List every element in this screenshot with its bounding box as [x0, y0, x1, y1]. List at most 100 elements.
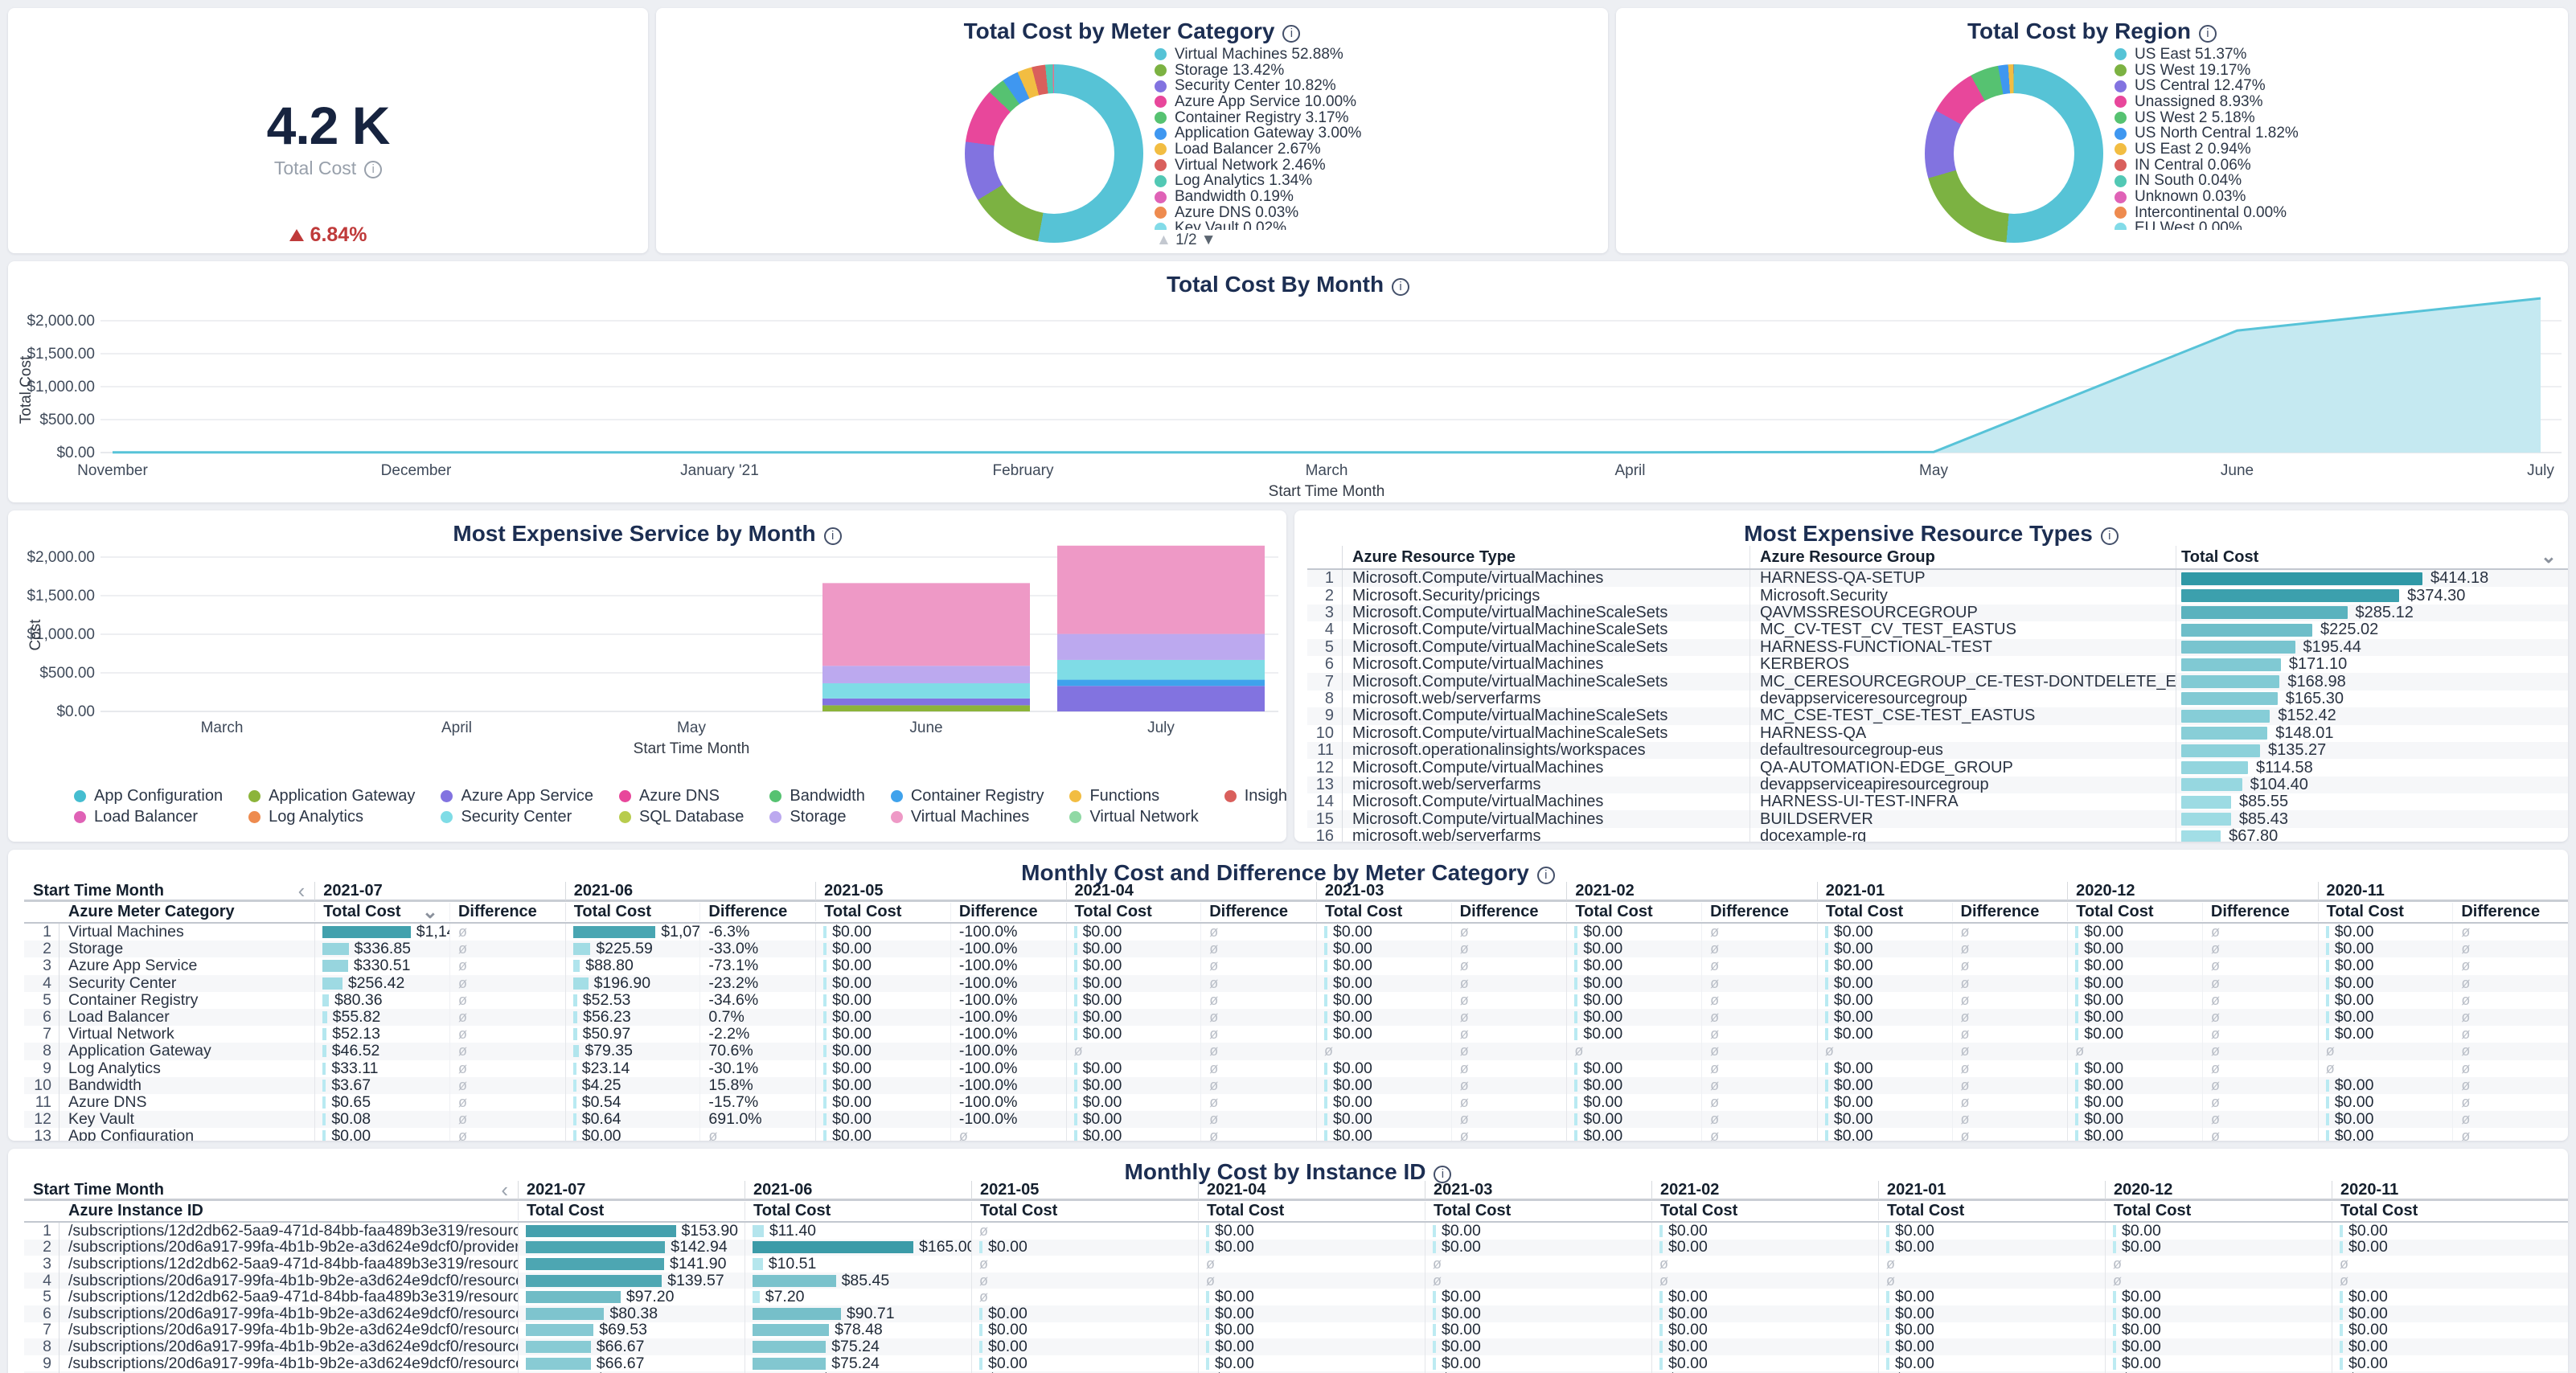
total-cost-by-month-chart[interactable]: $0.00$500.00$1,000.00$1,500.00$2,000.00N…	[8, 261, 2568, 502]
table-row[interactable]: 5Microsoft.Compute/virtualMachineScaleSe…	[1307, 639, 2568, 656]
legend-item[interactable]: Unassigned 8.93%	[2115, 94, 2549, 110]
legend-item[interactable]: Azure App Service 10.00%	[1155, 94, 1589, 110]
region-donut[interactable]	[1925, 64, 2103, 243]
table-row[interactable]: 8microsoft.web/serverfarmsdevappservicer…	[1307, 691, 2568, 707]
month-group-header[interactable]: 2021-01	[1878, 1181, 2105, 1199]
legend-item[interactable]: Container Registry	[891, 789, 1044, 805]
month-group-header[interactable]: 2021-03	[1425, 1181, 1651, 1199]
table-row[interactable]: 11Azure DNS$0.65ø$0.54-15.7%$0.00-100.0%…	[24, 1094, 2568, 1111]
legend-item[interactable]: Unknown 0.03%	[2115, 189, 2549, 205]
col-header-resource-group[interactable]: Azure Resource Group	[1749, 546, 2176, 568]
table-row[interactable]: 3/subscriptions/12d2db62-5aa9-471d-84bb-…	[24, 1256, 2568, 1273]
legend-item[interactable]: Key Vault 0.02%	[1155, 221, 1589, 230]
legend-item[interactable]: Intercontinental 0.00%	[2115, 205, 2549, 221]
legend-item[interactable]: Log Analytics	[248, 809, 415, 826]
month-group-header[interactable]: 2021-07	[314, 882, 564, 900]
col-header-total-cost[interactable]: Total Cost⌄	[314, 903, 449, 921]
legend-item[interactable]: IN South 0.04%	[2115, 174, 2549, 190]
col-header-total-cost[interactable]: Total Cost	[518, 1202, 744, 1220]
col-header-total-cost[interactable]: Total Cost⌄	[2176, 546, 2568, 568]
table-row[interactable]: 2Storage$336.85ø$225.59-33.0%$0.00-100.0…	[24, 941, 2568, 957]
month-group-header[interactable]: 2020-12	[2105, 1181, 2332, 1199]
bar-segment-virtual-machines[interactable]	[1057, 546, 1265, 634]
month-group-header[interactable]: 2021-07	[518, 1181, 744, 1199]
col-header-resource-type[interactable]: Azure Resource Type	[1343, 548, 1749, 567]
table-row[interactable]: 5Container Registry$80.36ø$52.53-34.6%$0…	[24, 992, 2568, 1009]
legend-item[interactable]: IN Central 0.06%	[2115, 158, 2549, 174]
month-group-header[interactable]: 2021-05	[815, 882, 1065, 900]
table-row[interactable]: 6/subscriptions/20d6a917-99fa-4b1b-9b2e-…	[24, 1305, 2568, 1322]
info-icon[interactable]: i	[2199, 25, 2217, 43]
info-icon[interactable]: i	[1392, 278, 1409, 296]
month-group-header[interactable]: 2021-06	[565, 882, 815, 900]
table-row[interactable]: 3Microsoft.Compute/virtualMachineScaleSe…	[1307, 605, 2568, 621]
legend-item[interactable]: US East 2 0.94%	[2115, 141, 2549, 158]
month-group-header[interactable]: 2021-03	[1316, 882, 1566, 900]
table-row[interactable]: 13App Configuration$0.00ø$0.00ø$0.00ø$0.…	[24, 1128, 2568, 1141]
legend-item[interactable]: Virtual Network	[1069, 809, 1198, 826]
legend-item[interactable]: Application Gateway 3.00%	[1155, 125, 1589, 141]
table-row[interactable]: 2Microsoft.Security/pricingsMicrosoft.Se…	[1307, 587, 2568, 604]
col-header-total-cost[interactable]: Total Cost	[1066, 903, 1201, 921]
bar-segment-storage[interactable]	[1057, 634, 1265, 660]
table-row[interactable]: 15Microsoft.Compute/virtualMachinesBUILD…	[1307, 810, 2568, 827]
table-row[interactable]: 8Application Gateway$46.52ø$79.3570.6%$0…	[24, 1043, 2568, 1059]
meter-category-donut[interactable]	[965, 64, 1143, 243]
col-header-total-cost[interactable]: Total Cost	[1425, 1202, 1651, 1220]
legend-item[interactable]: App Configuration	[74, 789, 223, 805]
sort-chevron-icon[interactable]: ⌄	[422, 908, 438, 916]
bar-segment-security-center[interactable]	[822, 683, 1030, 699]
legend-item[interactable]: Virtual Network 2.46%	[1155, 158, 1589, 174]
table-row[interactable]: 7Virtual Network$52.13ø$50.97-2.2%$0.00-…	[24, 1026, 2568, 1043]
legend-item[interactable]: US Central 12.47%	[2115, 78, 2549, 94]
collapse-chevron-icon[interactable]: ‹	[501, 1178, 508, 1203]
month-group-header[interactable]: 2021-04	[1198, 1181, 1425, 1199]
col-header-total-cost[interactable]: Total Cost	[815, 903, 950, 921]
table-row[interactable]: 7/subscriptions/20d6a917-99fa-4b1b-9b2e-…	[24, 1322, 2568, 1339]
legend-item[interactable]: SQL Database	[619, 809, 744, 826]
table-row[interactable]: 9Microsoft.Compute/virtualMachineScaleSe…	[1307, 707, 2568, 724]
table-row[interactable]: 2/subscriptions/20d6a917-99fa-4b1b-9b2e-…	[24, 1240, 2568, 1256]
col-header-total-cost[interactable]: Total Cost	[1198, 1202, 1425, 1220]
table-row[interactable]: 12Microsoft.Compute/virtualMachinesQA-AU…	[1307, 759, 2568, 776]
month-group-header[interactable]: 2021-02	[1651, 1181, 1878, 1199]
col-header-total-cost[interactable]: Total Cost	[2105, 1202, 2332, 1220]
col-header-total-cost[interactable]: Total Cost	[2067, 903, 2202, 921]
col-header-total-cost[interactable]: Total Cost	[1878, 1202, 2105, 1220]
table-row[interactable]: 9/subscriptions/20d6a917-99fa-4b1b-9b2e-…	[24, 1355, 2568, 1372]
month-group-header[interactable]: 2021-02	[1566, 882, 1816, 900]
month-group-header[interactable]: 2021-05	[971, 1181, 1198, 1199]
col-header-total-cost[interactable]: Total Cost	[2332, 1202, 2558, 1220]
col-header-total-cost[interactable]: Total Cost	[2318, 903, 2453, 921]
table-row[interactable]: 12Key Vault$0.08ø$0.64691.0%$0.00-100.0%…	[24, 1111, 2568, 1128]
legend-item[interactable]: Application Gateway	[248, 789, 415, 805]
legend-item[interactable]: Functions	[1069, 789, 1198, 805]
bar-segment-virtual-machines[interactable]	[822, 583, 1030, 666]
bar-segment-azure-app-service[interactable]	[1057, 686, 1265, 711]
table-row[interactable]: 8/subscriptions/20d6a917-99fa-4b1b-9b2e-…	[24, 1338, 2568, 1355]
table-row[interactable]: 11microsoft.operationalinsights/workspac…	[1307, 742, 2568, 759]
table-row[interactable]: 3Azure App Service$330.51ø$88.80-73.1%$0…	[24, 957, 2568, 974]
month-group-header[interactable]: 2021-04	[1066, 882, 1316, 900]
table-row[interactable]: 6Load Balancer$55.82ø$56.230.7%$0.00-100…	[24, 1009, 2568, 1026]
col-header-total-cost[interactable]: Total Cost	[744, 1202, 971, 1220]
table-row[interactable]: 1/subscriptions/12d2db62-5aa9-471d-84bb-…	[24, 1223, 2568, 1240]
bar-segment-container-registry[interactable]	[1057, 680, 1265, 686]
month-group-header[interactable]: 2021-06	[744, 1181, 971, 1199]
service-by-month-chart[interactable]: $0.00$500.00$1,000.00$1,500.00$2,000.00M…	[8, 510, 1286, 787]
col-header-difference[interactable]: Difference	[2202, 903, 2318, 921]
legend-item[interactable]: Storage 13.42%	[1155, 63, 1589, 79]
col-header-total-cost[interactable]: Total Cost	[1566, 903, 1701, 921]
legend-item[interactable]: US West 19.17%	[2115, 63, 2549, 79]
col-header-difference[interactable]: Difference	[449, 903, 565, 921]
pager-up-icon[interactable]: ▲	[1156, 232, 1171, 248]
legend-item[interactable]: Bandwidth	[769, 789, 864, 805]
legend-item[interactable]: Log Analytics 1.34%	[1155, 174, 1589, 190]
col-header-category[interactable]: Azure Meter Category	[59, 903, 314, 921]
legend-item[interactable]: EU West 0.00%	[2115, 221, 2549, 230]
col-header-instance-id[interactable]: Azure Instance ID	[59, 1202, 518, 1220]
info-icon[interactable]: i	[2101, 527, 2119, 545]
bar-segment-application-gateway[interactable]	[822, 705, 1030, 711]
table-row[interactable]: 10Microsoft.Compute/virtualMachineScaleS…	[1307, 725, 2568, 742]
legend-item[interactable]: Load Balancer	[74, 809, 223, 826]
